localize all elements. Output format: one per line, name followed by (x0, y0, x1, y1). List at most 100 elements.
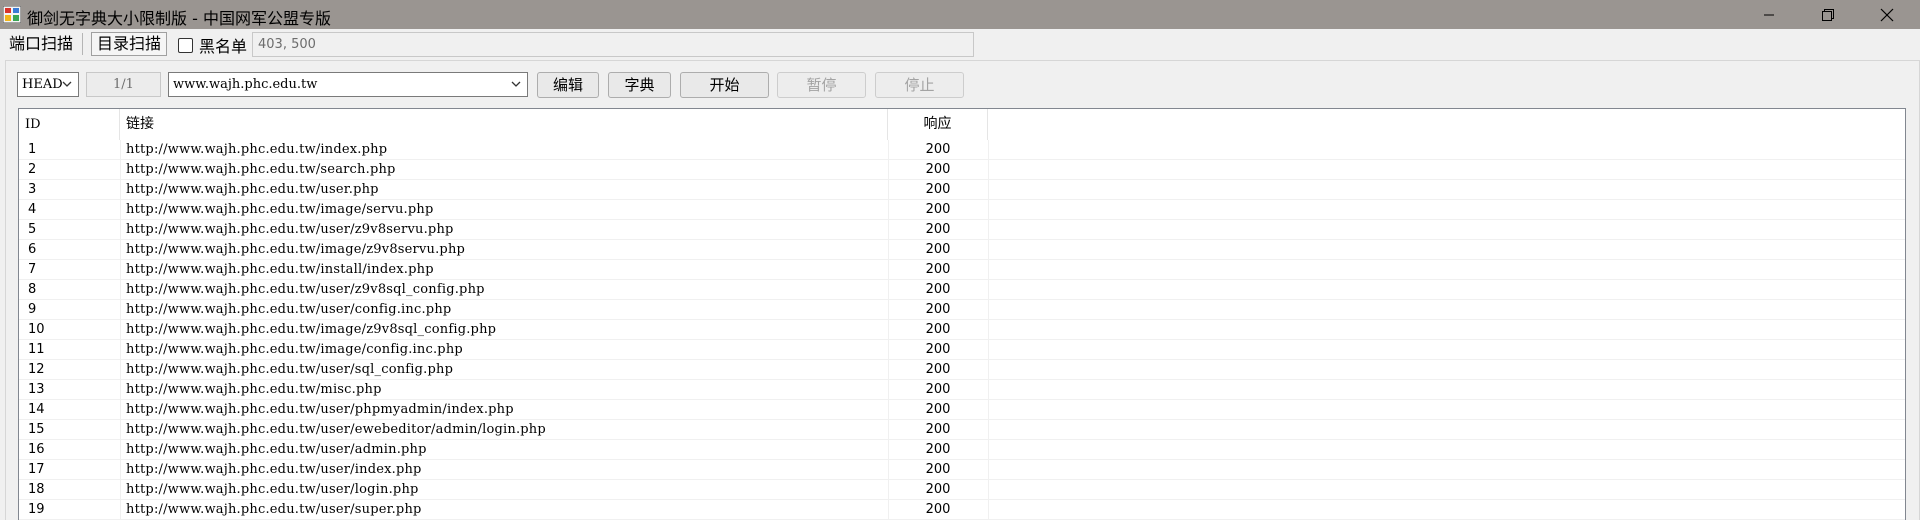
row-url-cell: http://www.wajh.phc.edu.tw/user/ewebedit… (126, 422, 546, 437)
table-row[interactable]: 7 http://www.wajh.phc.edu.tw/install/inde… (19, 260, 1905, 280)
row-response-cell: 200 (925, 322, 951, 337)
table-row[interactable]: 5 http://www.wajh.phc.edu.tw/user/z9v8ser… (19, 220, 1905, 240)
table-row[interactable]: 12 http://www.wajh.phc.edu.tw/user/sql_co… (19, 360, 1905, 380)
row-id-cell: 7 (28, 262, 37, 277)
row-url-cell: http://www.wajh.phc.edu.tw/user/sql_conf… (126, 362, 454, 377)
method-value: HEAD (22, 77, 63, 92)
window-title: 御剑无字典大小限制版 - 中国网军公盟专版 (27, 9, 331, 28)
row-url-cell: http://www.wajh.phc.edu.tw/image/z9v8ser… (126, 242, 466, 257)
table-row[interactable]: 17 http://www.wajh.phc.edu.tw/user/index.… (19, 460, 1905, 480)
row-id-cell: 13 (28, 382, 45, 397)
row-url-cell: http://www.wajh.phc.edu.tw/search.php (126, 162, 396, 177)
table-row[interactable]: 6 http://www.wajh.phc.edu.tw/image/z9v8se… (19, 240, 1905, 260)
row-url-cell: http://www.wajh.phc.edu.tw/image/z9v8sql… (126, 322, 497, 337)
row-response-cell: 200 (925, 202, 951, 217)
row-id-cell: 17 (28, 462, 45, 477)
table-row[interactable]: 18 http://www.wajh.phc.edu.tw/user/login.… (19, 480, 1905, 500)
table-row[interactable]: 8 http://www.wajh.phc.edu.tw/user/z9v8sql… (19, 280, 1905, 300)
table-row[interactable]: 14 http://www.wajh.phc.edu.tw/user/phpmya… (19, 400, 1905, 420)
row-id-cell: 9 (28, 302, 37, 317)
restore-button[interactable] (1805, 0, 1851, 29)
row-id-cell: 4 (28, 202, 37, 217)
pause-button[interactable]: 暂停 (777, 72, 866, 98)
table-row[interactable]: 10 http://www.wajh.phc.edu.tw/image/z9v8s… (19, 320, 1905, 340)
row-response-cell: 200 (925, 422, 951, 437)
table-row[interactable]: 15 http://www.wajh.phc.edu.tw/user/ewebed… (19, 420, 1905, 440)
dictionary-button[interactable]: 字典 (608, 72, 671, 98)
row-url-cell: http://www.wajh.phc.edu.tw/misc.php (126, 382, 382, 397)
row-id-cell: 15 (28, 422, 45, 437)
table-row[interactable]: 1 http://www.wajh.phc.edu.tw/index.php 200 (19, 140, 1905, 160)
row-response-cell: 200 (925, 482, 951, 497)
table-row[interactable]: 3 http://www.wajh.phc.edu.tw/user.php 200 (19, 180, 1905, 200)
column-header-url[interactable]: 链接 (120, 109, 888, 140)
method-select[interactable]: HEAD (17, 72, 79, 97)
table-row[interactable]: 4 http://www.wajh.phc.edu.tw/image/servu.… (19, 200, 1905, 220)
row-response-cell: 200 (925, 382, 951, 397)
blacklist-toggle[interactable]: 黑名单 (178, 36, 247, 56)
target-value: www.wajh.phc.edu.tw (173, 77, 318, 92)
row-id-cell: 16 (28, 442, 45, 457)
row-response-cell: 200 (925, 302, 951, 317)
row-url-cell: http://www.wajh.phc.edu.tw/index.php (126, 142, 388, 157)
table-row[interactable]: 2 http://www.wajh.phc.edu.tw/search.php 20… (19, 160, 1905, 180)
row-id-cell: 14 (28, 402, 45, 417)
row-url-cell: http://www.wajh.phc.edu.tw/install/index… (126, 262, 434, 277)
row-response-cell: 200 (925, 182, 951, 197)
chevron-down-icon (62, 81, 72, 87)
row-id-cell: 12 (28, 362, 45, 377)
row-url-cell: http://www.wajh.phc.edu.tw/user/z9v8sql_… (126, 282, 485, 297)
row-response-cell: 200 (925, 222, 951, 237)
tab-directory-scan[interactable]: 目录扫描 (91, 32, 168, 56)
row-response-cell: 200 (925, 502, 951, 517)
row-id-cell: 8 (28, 282, 37, 297)
grid-body: 1 http://www.wajh.phc.edu.tw/index.php 200… (19, 140, 1905, 520)
minimize-button[interactable] (1746, 0, 1792, 29)
table-row[interactable]: 16 http://www.wajh.phc.edu.tw/user/admin.… (19, 440, 1905, 460)
row-response-cell: 200 (925, 362, 951, 377)
row-url-cell: http://www.wajh.phc.edu.tw/user/super.ph… (126, 502, 422, 517)
table-row[interactable]: 13 http://www.wajh.phc.edu.tw/misc.php 200 (19, 380, 1905, 400)
results-grid[interactable]: ID 链接 响应 1 http://www.wajh.phc.edu.tw/ind… (18, 108, 1906, 520)
target-select[interactable]: www.wajh.phc.edu.tw (168, 72, 528, 97)
row-url-cell: http://www.wajh.phc.edu.tw/image/config.… (126, 342, 463, 357)
column-header-response[interactable]: 响应 (888, 109, 988, 140)
column-header-id[interactable]: ID (19, 109, 120, 140)
row-url-cell: http://www.wajh.phc.edu.tw/user/login.ph… (126, 482, 419, 497)
progress-counter: 1/1 (86, 72, 161, 97)
table-row[interactable]: 9 http://www.wajh.phc.edu.tw/user/config.… (19, 300, 1905, 320)
blacklist-codes-input[interactable] (252, 32, 974, 57)
row-response-cell: 200 (925, 262, 951, 277)
edit-button[interactable]: 编辑 (537, 72, 599, 98)
close-button[interactable] (1864, 0, 1910, 29)
row-url-cell: http://www.wajh.phc.edu.tw/user/phpmyadm… (126, 402, 514, 417)
restore-icon (1822, 8, 1834, 21)
row-response-cell: 200 (925, 162, 951, 177)
row-id-cell: 11 (28, 342, 45, 357)
row-id-cell: 2 (28, 162, 37, 177)
row-response-cell: 200 (925, 462, 951, 477)
row-url-cell: http://www.wajh.phc.edu.tw/user.php (126, 182, 379, 197)
table-row[interactable]: 19 http://www.wajh.phc.edu.tw/user/super.… (19, 500, 1905, 520)
close-icon (1880, 8, 1894, 21)
row-url-cell: http://www.wajh.phc.edu.tw/user/admin.ph… (126, 442, 427, 457)
row-response-cell: 200 (925, 242, 951, 257)
tab-port-scan[interactable]: 端口扫描 (4, 32, 78, 56)
table-row[interactable]: 11 http://www.wajh.phc.edu.tw/image/confi… (19, 340, 1905, 360)
row-id-cell: 1 (28, 142, 37, 157)
row-response-cell: 200 (925, 442, 951, 457)
grid-header: ID 链接 响应 (19, 109, 1905, 140)
row-url-cell: http://www.wajh.phc.edu.tw/user/config.i… (126, 302, 452, 317)
row-response-cell: 200 (925, 282, 951, 297)
row-url-cell: http://www.wajh.phc.edu.tw/user/z9v8serv… (126, 222, 454, 237)
row-id-cell: 10 (28, 322, 45, 337)
row-id-cell: 3 (28, 182, 37, 197)
row-url-cell: http://www.wajh.phc.edu.tw/image/servu.p… (126, 202, 434, 217)
stop-button[interactable]: 停止 (875, 72, 964, 98)
app-grid-icon (3, 6, 21, 23)
row-url-cell: http://www.wajh.phc.edu.tw/user/index.ph… (126, 462, 422, 477)
title-bar: 御剑无字典大小限制版 - 中国网军公盟专版 (0, 0, 1920, 29)
blacklist-checkbox[interactable] (178, 37, 193, 53)
start-button[interactable]: 开始 (680, 72, 769, 98)
row-id-cell: 18 (28, 482, 45, 497)
